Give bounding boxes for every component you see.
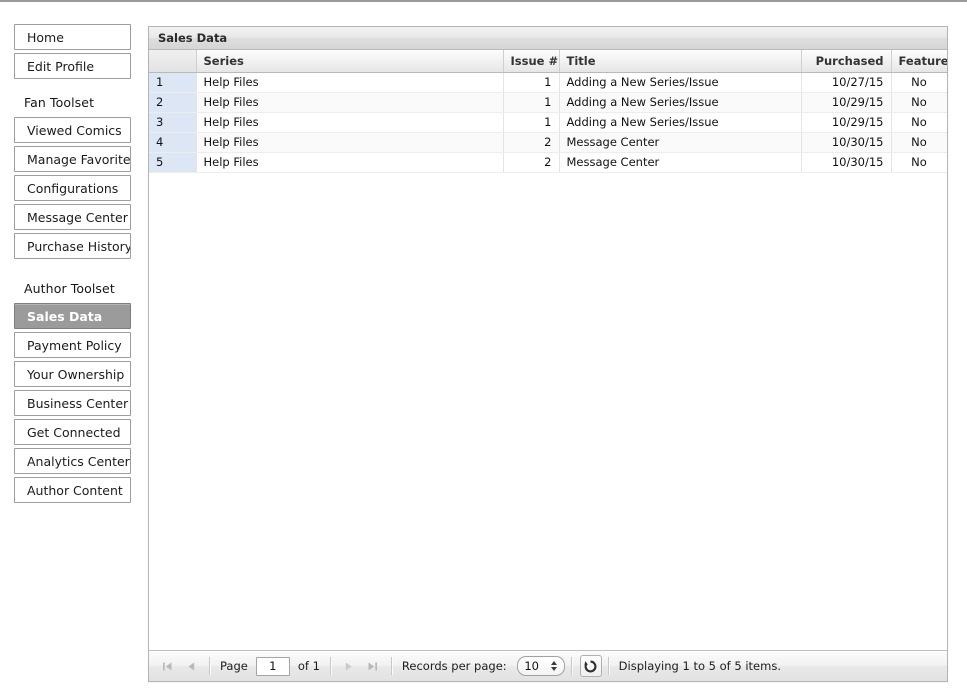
panel-title: Sales Data [149,27,947,50]
cell-issue: 1 [503,72,560,93]
column-header-rownum[interactable] [149,50,197,73]
sidebar-item-label: Your Ownership [27,367,125,382]
sidebar-item-label: Purchase History [27,239,131,254]
sidebar-section-fan-toolset: Fan Toolset [24,95,95,110]
sales-data-grid: SeriesIssue #TitlePurchasedFeatured 1Hel… [149,50,947,650]
sidebar-item-configurations[interactable]: Configurations [14,175,131,201]
sidebar-item-label: Author Content [27,483,123,498]
table-row[interactable]: 4 Help Files 2 Message Center 10/30/15 No [149,132,947,153]
cell-series: Help Files [196,72,504,93]
cell-featured: No [891,112,947,133]
sidebar-item-label: Viewed Comics [27,123,122,138]
cell-rownum: 1 [149,72,197,93]
last-page-icon[interactable] [362,655,384,677]
cell-purchased: 10/29/15 [801,92,892,113]
sidebar-item-get-connected[interactable]: Get Connected [14,419,131,445]
application-root: Home Edit Profile Fan Toolset Viewed Com… [0,0,967,690]
cell-rownum: 4 [149,132,197,153]
cell-purchased: 10/27/15 [801,72,892,93]
sidebar-item-label: Configurations [27,181,119,196]
table-row[interactable]: 3 Help Files 1 Adding a New Series/Issue 10/… [149,112,947,133]
column-header-purchased[interactable]: Purchased [801,50,892,73]
sidebar-item-home[interactable]: Home [14,24,131,50]
sidebar-item-sales-data[interactable]: Sales Data [14,303,131,329]
previous-page-icon[interactable] [180,655,202,677]
sidebar-item-label: Edit Profile [27,59,95,74]
records-per-page-select[interactable]: 10 [516,656,565,676]
sidebar-item-label: Sales Data [27,309,103,324]
cell-rownum: 2 [149,92,197,113]
sidebar-item-viewed-comics[interactable]: Viewed Comics [14,117,131,143]
cell-featured: No [891,72,947,93]
cell-title: Adding a New Series/Issue [559,92,802,113]
cell-series: Help Files [196,152,504,173]
page-number-input[interactable] [255,656,290,676]
sidebar-item-payment-policy[interactable]: Payment Policy [14,332,131,358]
records-per-page-value: 10 [524,659,539,673]
table-row[interactable]: 2 Help Files 1 Adding a New Series/Issue 10/… [149,92,947,113]
cell-featured: No [891,92,947,113]
sidebar-item-business-center[interactable]: Business Center [14,390,131,416]
sidebar-item-analytics-center[interactable]: Analytics Center [14,448,131,474]
cell-rownum: 5 [149,152,197,173]
page-label: Page [220,659,248,673]
sales-data-table: SeriesIssue #TitlePurchasedFeatured 1Hel… [149,50,947,173]
cell-issue: 2 [503,132,560,153]
cell-title: Message Center [559,152,802,173]
table-header-row: SeriesIssue #TitlePurchasedFeatured [149,50,947,73]
records-per-page-label: Records per page: [401,659,507,673]
sidebar-item-label: Payment Policy [27,338,122,353]
cell-issue: 2 [503,152,560,173]
column-header-series[interactable]: Series [196,50,504,73]
cell-title: Adding a New Series/Issue [559,112,802,133]
table-row[interactable]: 5 Help Files 2 Message Center 10/30/15 No [149,152,947,173]
next-page-icon[interactable] [338,655,360,677]
sidebar-item-label: Manage Favorites [27,152,131,167]
toolbar-separator [570,657,572,675]
sidebar-item-manage-favorites[interactable]: Manage Favorites [14,146,131,172]
cell-rownum: 3 [149,112,197,133]
cell-series: Help Files [196,112,504,133]
cell-series: Help Files [196,132,504,153]
column-header-featured[interactable]: Featured [891,50,947,73]
column-header-title[interactable]: Title [559,50,802,73]
cell-issue: 1 [503,112,560,133]
cell-title: Message Center [559,132,802,153]
sales-data-panel: Sales Data Series Issue # Title Purchased Fe… [148,26,948,682]
cell-issue: 1 [503,92,560,113]
cell-purchased: 10/29/15 [801,112,892,133]
cell-featured: No [891,152,947,173]
sidebar-navigation: Home Edit Profile Fan Toolset Viewed Com… [0,2,148,690]
sidebar-item-your-ownership[interactable]: Your Ownership [14,361,131,387]
sidebar-item-label: Home [27,30,64,45]
cell-purchased: 10/30/15 [801,132,892,153]
cell-series: Help Files [196,92,504,113]
sidebar-item-label: Analytics Center [27,454,130,469]
sidebar-item-purchase-history[interactable]: Purchase History [14,233,131,259]
refresh-icon[interactable] [579,655,602,677]
sidebar-item-edit-profile[interactable]: Edit Profile [14,53,131,79]
cell-purchased: 10/30/15 [801,152,892,173]
sidebar-item-label: Message Center [27,210,128,225]
page-total-label: of 1 [297,659,320,673]
toolbar-separator [390,657,392,675]
stepper-arrows-icon [548,661,564,671]
sidebar-item-label: Business Center [27,396,129,411]
column-header-issue[interactable]: Issue # [503,50,560,73]
sidebar-item-label: Get Connected [27,425,121,440]
first-page-icon[interactable] [156,655,178,677]
status-display-text: Displaying 1 to 5 of 5 items. [618,659,781,673]
sidebar-section-author-toolset: Author Toolset [24,281,115,296]
toolbar-separator [209,657,210,675]
toolbar-separator [329,657,331,675]
toolbar-separator [607,657,609,675]
sidebar-item-message-center[interactable]: Message Center [14,204,131,230]
sidebar-item-author-content[interactable]: Author Content [14,477,131,503]
pagination-toolbar: Page of 1 Records per page: 10 [149,650,947,681]
table-row[interactable]: 1 Help Files 1 Adding a New Series/Issue 10/… [149,72,947,93]
cell-featured: No [891,132,947,153]
cell-title: Adding a New Series/Issue [559,72,802,93]
